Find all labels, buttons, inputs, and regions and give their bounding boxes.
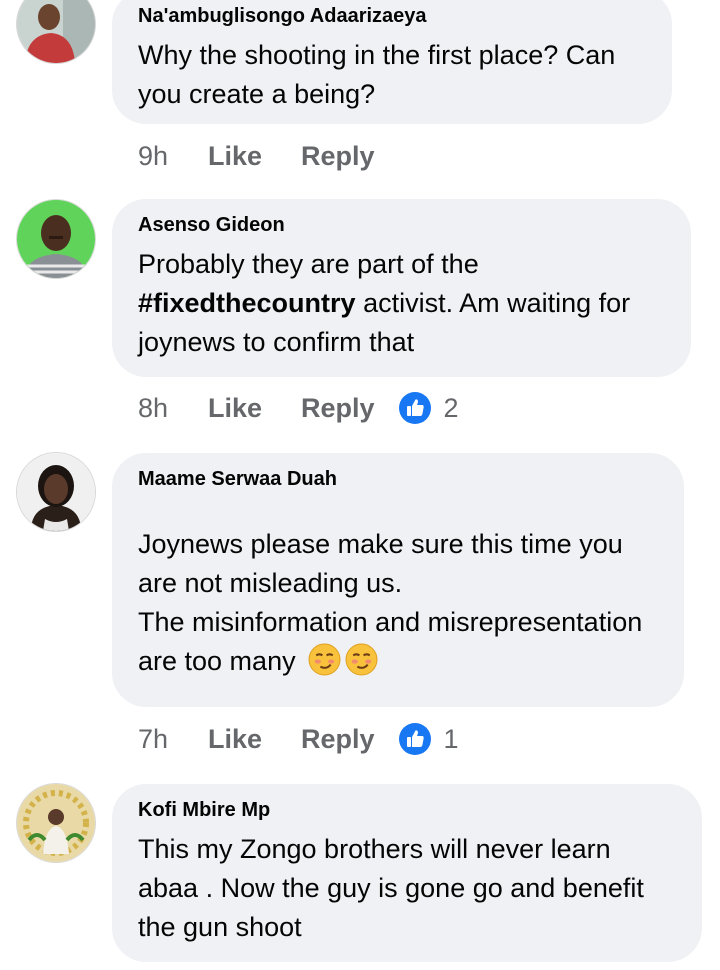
comment-time[interactable]: 7h — [138, 724, 208, 755]
comment-bubble: Kofi Mbire Mp This my Zongo brothers wil… — [112, 784, 702, 962]
comment-text-body: Joynews please make sure this time you a… — [138, 529, 643, 676]
comment-author[interactable]: Asenso Gideon — [138, 213, 667, 237]
comment-bubble: Maame Serwaa Duah Joynews please make su… — [112, 453, 684, 707]
comment-text: Joynews please make sure this time you a… — [138, 525, 660, 681]
smirking-face-emoji — [345, 643, 378, 676]
reply-button[interactable]: Reply — [301, 141, 375, 172]
comment-bubble: Na'ambuglisongo Adaarizaeya Why the shoo… — [112, 0, 672, 124]
like-reaction-icon — [398, 723, 431, 755]
comment-text: Probably they are part of the #fixedtheco… — [138, 245, 667, 362]
like-button[interactable]: Like — [208, 141, 301, 172]
avatar[interactable] — [17, 200, 95, 278]
like-reaction-icon — [398, 392, 431, 424]
avatar[interactable] — [17, 0, 95, 63]
like-button[interactable]: Like — [208, 393, 301, 424]
comment-time[interactable]: 8h — [138, 393, 208, 424]
hashtag-link[interactable]: #fixedthecountry — [138, 288, 356, 318]
comment-time[interactable]: 9h — [138, 141, 208, 172]
comment-author[interactable]: Kofi Mbire Mp — [138, 798, 678, 822]
comment-bubble: Asenso Gideon Probably they are part of … — [112, 199, 691, 377]
reaction-summary[interactable]: 2 — [398, 392, 459, 424]
reaction-summary[interactable]: 1 — [398, 723, 459, 755]
comment-author[interactable]: Maame Serwaa Duah — [138, 467, 660, 491]
reaction-count: 1 — [443, 723, 459, 754]
comment-text-before: Probably they are part of the — [138, 249, 479, 279]
comment-actions: 9h Like Reply — [138, 136, 399, 176]
comment-actions: 8h Like Reply 2 — [138, 388, 459, 428]
avatar[interactable] — [17, 453, 95, 531]
smirking-face-emoji — [308, 643, 341, 676]
reply-button[interactable]: Reply — [301, 393, 375, 424]
comment-text: This my Zongo brothers will never learn … — [138, 834, 644, 942]
avatar[interactable] — [17, 784, 95, 862]
reply-button[interactable]: Reply — [301, 724, 375, 755]
comment-text: Why the shooting in the first place? Can… — [138, 40, 616, 109]
comment-author[interactable]: Na'ambuglisongo Adaarizaeya — [138, 4, 648, 28]
reaction-count: 2 — [443, 392, 459, 423]
comment-actions: 7h Like Reply 1 — [138, 719, 459, 759]
like-button[interactable]: Like — [208, 724, 301, 755]
